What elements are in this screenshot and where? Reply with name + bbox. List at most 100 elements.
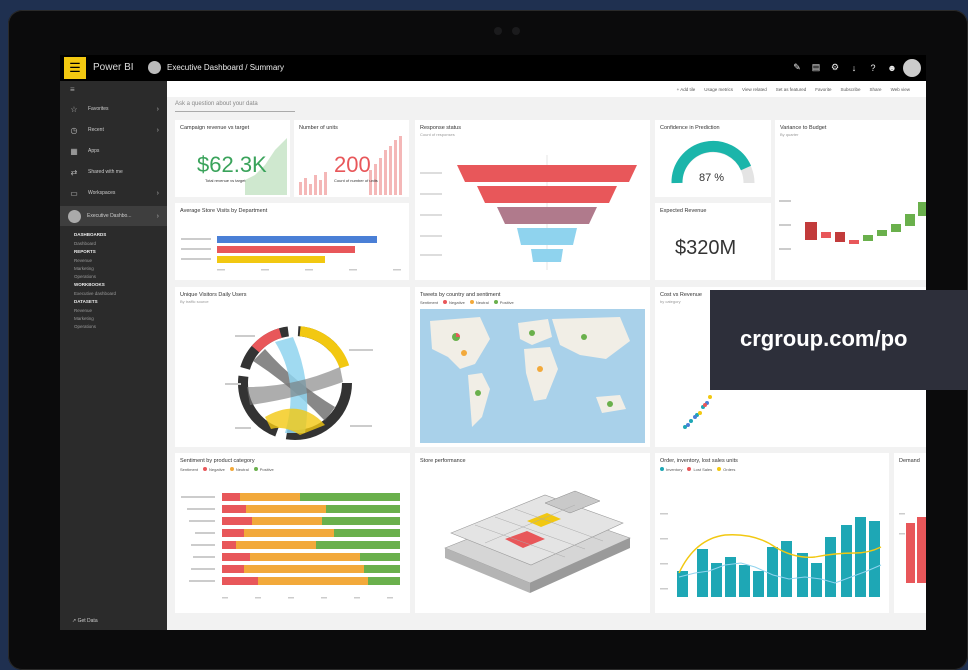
sidebar-item-favorites[interactable]: ☆ Favorites ›	[60, 99, 167, 119]
dashboard-toolbar: + Add tile Usage metrics View related Se…	[167, 81, 926, 97]
kpi-label: Total revenue vs target	[205, 178, 246, 183]
tile-tweets-map[interactable]: Tweets by country and sentiment Sentimen…	[415, 287, 650, 447]
toolbar-add-tile[interactable]: + Add tile	[677, 87, 696, 92]
scatter-chart	[683, 395, 712, 429]
apps-icon: ▦	[70, 146, 78, 156]
stacked-bar-chart	[181, 493, 400, 599]
sidebar-subitem[interactable]: Operations	[74, 273, 96, 281]
sidebar-item-recent[interactable]: ◷ Recent ›	[60, 120, 167, 140]
workspace-icon: ▭	[70, 188, 78, 198]
breadcrumb[interactable]: Executive Dashboard / Summary	[167, 63, 284, 72]
tile-sentiment-category[interactable]: Sentiment by product category Sentiment …	[175, 453, 410, 613]
waterfall-chart	[779, 200, 926, 250]
tile-title: Expected Revenue	[660, 208, 707, 214]
sidebar-subitem[interactable]: Marketing	[74, 315, 94, 323]
download-icon[interactable]: ↓	[846, 59, 862, 76]
tile-expected-revenue[interactable]: Expected Revenue $320M	[655, 203, 771, 280]
hamburger-icon: ☰	[69, 60, 81, 75]
gauge-chart	[671, 140, 755, 184]
tile-title: Response status	[420, 125, 461, 131]
sidebar-item-workspaces[interactable]: ▭ Workspaces ›	[60, 183, 167, 203]
legend-neutral: Neutral	[469, 300, 489, 305]
top-icons: ✎ ▤ ⚙ ↓ ? ☻	[789, 59, 921, 77]
sidebar-subitem[interactable]: Operations	[74, 323, 96, 331]
sidebar-item-executive-workspace[interactable]: Executive Dashbo... ›	[60, 206, 167, 226]
sidebar-item-apps[interactable]: ▦ Apps	[60, 141, 167, 161]
tile-response-status[interactable]: Response status Count of responses	[415, 120, 650, 280]
app-name: Power BI	[93, 62, 134, 73]
top-bar: ☰ Power BI Executive Dashboard / Summary…	[60, 55, 926, 81]
user-avatar[interactable]	[903, 59, 921, 77]
toolbar-usage-metrics[interactable]: Usage metrics	[704, 87, 733, 92]
sidebar-item-label: Shared with me	[88, 169, 123, 175]
get-data-button[interactable]: ↗ Get Data	[72, 618, 98, 624]
sidebar: ≡ ☆ Favorites › ◷ Recent › ▦ Apps ⇄ Shared wit…	[60, 81, 167, 630]
legend-label: Positive	[499, 300, 514, 305]
legend-label: Neutral	[475, 300, 489, 305]
workspace-avatar	[68, 209, 81, 223]
get-data-label: Get Data	[77, 618, 98, 624]
tile-confidence[interactable]: Confidence in Prediction 87 %	[655, 120, 771, 197]
tile-unique-visitors[interactable]: Unique Visitors Daily Users By traffic s…	[175, 287, 410, 447]
world-map	[420, 309, 645, 443]
chat-icon[interactable]: ▤	[808, 59, 824, 76]
share-icon: ⇄	[70, 167, 78, 177]
chevron-right-icon: ›	[156, 126, 159, 134]
sidebar-item-label: Recent	[88, 127, 104, 133]
chord-chart	[225, 326, 373, 440]
sidebar-section-heading: REPORTS	[74, 249, 96, 254]
legend-positive: Positive	[493, 300, 514, 305]
demand-chart	[899, 513, 926, 583]
sidebar-subitem[interactable]: Marketing	[74, 265, 94, 273]
toolbar-share[interactable]: Share	[870, 87, 882, 92]
clock-icon: ◷	[70, 125, 78, 135]
toolbar-set-featured[interactable]: Set as featured	[776, 87, 807, 92]
kpi-label: Count of number of units	[334, 178, 378, 183]
menu-button[interactable]: ☰	[64, 57, 86, 79]
combo-chart	[660, 513, 882, 597]
sidebar-subitem[interactable]: Executive dashboard	[74, 290, 116, 298]
legend-title: Sentiment	[420, 300, 439, 305]
qa-input[interactable]: Ask a question about your data	[175, 101, 295, 112]
tile-campaign-revenue[interactable]: Campaign revenue vs target $62.3K Total …	[175, 120, 290, 197]
sidebar-item-label: Workspaces	[88, 190, 116, 196]
workspace-avatar	[148, 61, 161, 74]
toolbar-web-view[interactable]: Web view	[891, 87, 910, 92]
sidebar-subitem[interactable]: Revenue	[74, 307, 92, 315]
sidebar-item-label: Executive Dashbo...	[87, 213, 132, 219]
sidebar-subitem[interactable]: Dashboard	[74, 240, 96, 248]
bar-chart	[181, 236, 401, 271]
tile-number-of-units[interactable]: Number of units 200 Count of number of u…	[294, 120, 409, 197]
gauge-value: 87 %	[699, 172, 725, 184]
sidebar-section-heading: WORKBOOKS	[74, 282, 105, 287]
gear-icon[interactable]: ⚙	[827, 59, 843, 76]
pencil-icon[interactable]: ✎	[789, 59, 805, 76]
kpi-value: $320M	[675, 237, 737, 259]
kpi-value: 200	[334, 152, 371, 177]
toolbar-subscribe[interactable]: Subscribe	[841, 87, 861, 92]
url-overlay: crgroup.com/po	[710, 290, 968, 390]
chevron-right-icon: ›	[156, 105, 159, 113]
sidebar-item-shared[interactable]: ⇄ Shared with me	[60, 162, 167, 182]
legend-label: Negative	[449, 300, 465, 305]
legend-negative: Negative	[443, 300, 465, 305]
sidebar-item-label: Apps	[88, 148, 100, 154]
funnel-chart	[420, 155, 637, 270]
chevron-right-icon: ›	[156, 189, 159, 197]
tile-title: Tweets by country and sentiment	[420, 292, 501, 298]
sidebar-subitem[interactable]: Revenue	[74, 257, 92, 265]
sidebar-item-label: Favorites	[88, 106, 109, 112]
collapse-icon[interactable]: ≡	[70, 85, 75, 94]
tile-orders-inventory[interactable]: Order, inventory, lost sales units Inven…	[655, 453, 889, 613]
toolbar-view-related[interactable]: View related	[742, 87, 767, 92]
tile-variance-budget[interactable]: Variance to Budget By quarter	[775, 120, 926, 280]
toolbar-favorite[interactable]: Favorite	[815, 87, 831, 92]
tile-demand[interactable]: Demand	[894, 453, 926, 613]
help-icon[interactable]: ?	[865, 59, 881, 76]
smiley-icon[interactable]: ☻	[884, 59, 900, 76]
camera	[490, 26, 526, 36]
tile-avg-store-visits[interactable]: Average Store Visits by Department	[175, 203, 409, 280]
url-text: crgroup.com/po	[740, 326, 908, 351]
tile-store-performance[interactable]: Store performance	[415, 453, 650, 613]
kpi-value: $62.3K	[197, 152, 267, 177]
